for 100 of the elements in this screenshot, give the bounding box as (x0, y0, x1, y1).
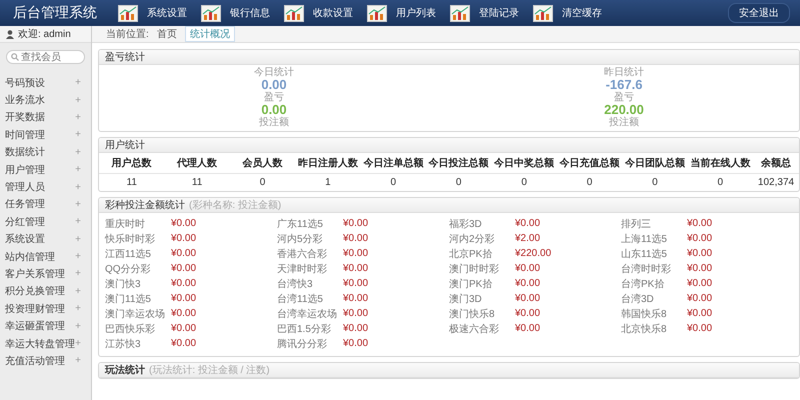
breadcrumb-tab[interactable]: 首页 (152, 26, 182, 42)
expander: + (75, 234, 81, 245)
sidebar-item[interactable]: 充值活动管理 + (0, 352, 91, 370)
expander: + (75, 320, 81, 332)
expander: + (75, 286, 81, 297)
user-icon (6, 30, 14, 38)
lottery-amount: ¥0.00 (343, 278, 368, 289)
expander: + (75, 355, 81, 366)
lottery-name: 北京PK拾 (449, 248, 494, 260)
lottery-name: 澳门11选5 (105, 292, 152, 306)
panel-title: 玩法统计 (105, 364, 145, 377)
lottery-amount: ¥0.00 (171, 338, 196, 349)
lottery-name: 腾讯分分彩 (277, 338, 328, 350)
lottery-name: 台湾幸运农场 (277, 308, 338, 320)
sidebar-item[interactable]: 数据统计 + (0, 144, 91, 161)
sidebar-item[interactable]: 业务流水 + (0, 91, 91, 109)
panel-title: 用户统计 (105, 138, 145, 152)
column-header: 今日充值总额 (556, 153, 622, 174)
lottery-name: 澳门3D (449, 292, 483, 306)
lottery-name: 上海11选5 (621, 232, 668, 246)
welcome-text: 欢迎: admin (18, 28, 71, 41)
lottery-amount: ¥0.00 (343, 248, 368, 259)
sidebar-label: 站内信管理 (5, 250, 55, 264)
table-cell-text: 0 (258, 176, 266, 190)
lottery-amount: ¥0.00 (515, 218, 540, 229)
expander: + (75, 303, 81, 314)
lottery-name: 台湾3D (621, 292, 655, 306)
sidebar-label: 开奖数据 (5, 111, 45, 124)
lottery-name: 巴西1.5分彩 (277, 322, 332, 336)
lottery-amount: ¥0.00 (687, 233, 712, 244)
column-header: 今日注单总额 (360, 153, 426, 174)
column-header: 今日投注总额 (426, 153, 492, 174)
sidebar-label: 幸运大转盘管理 (5, 338, 75, 351)
breadcrumb-tab[interactable]: 统计概况 (184, 26, 235, 42)
app-title: 后台管理系统 (12, 4, 98, 22)
lottery-name: 澳门幸运农场 (105, 308, 166, 320)
lottery-name: 澳门快3 (105, 278, 142, 290)
sidebar-label: 用户管理 (5, 164, 45, 177)
sidebar-item[interactable]: 客户关系管理 + (0, 265, 91, 283)
lottery-amount: ¥2.00 (515, 233, 540, 244)
nav-link[interactable]: 系统设置 (118, 4, 187, 22)
lottery-amount: ¥0.00 (515, 308, 540, 319)
sidebar-item[interactable]: 用户管理 + (0, 160, 91, 178)
sidebar-item[interactable]: 管理人员 + (0, 178, 91, 196)
lottery-name: 澳门快乐8 (449, 308, 496, 320)
sidebar-item[interactable]: 投资理财管理 + (0, 300, 91, 318)
lottery-name: 澳门PK拾 (449, 278, 494, 290)
lottery-name: 极速六合彩 (449, 322, 500, 336)
sidebar-item[interactable]: 开奖数据 + (0, 108, 91, 126)
panel-title: 彩种投注金额统计 (105, 198, 185, 212)
table-cell-text: 11 (126, 176, 138, 190)
lottery-name: 广东11选5 (277, 218, 324, 230)
sidebar-item[interactable]: 系统设置 + (0, 230, 91, 248)
nav-link[interactable]: 登陆记录 (450, 4, 519, 22)
nav-link[interactable]: 收款设置 (284, 4, 353, 22)
breadcrumb-label: 当前位置: (106, 28, 149, 41)
table-cell-text: 0 (651, 176, 659, 190)
sidebar-item[interactable]: 任务管理 + (0, 196, 91, 214)
sidebar-label: 业务流水 (5, 94, 45, 108)
lottery-amount: ¥0.00 (515, 263, 540, 274)
lottery-amount: ¥0.00 (687, 248, 712, 259)
sidebar-label: 积分兑换管理 (5, 284, 65, 298)
lottery-amount: ¥0.00 (343, 308, 368, 319)
expander: + (75, 198, 81, 210)
stat-heading: 今日统计 (254, 67, 294, 78)
nav-link[interactable]: 清空缓存 (533, 4, 602, 22)
lottery-amount: ¥0.00 (343, 323, 368, 334)
lottery-amount: ¥0.00 (171, 263, 196, 274)
lottery-name: 河内5分彩 (277, 232, 324, 246)
lottery-amount: ¥220.00 (515, 248, 552, 259)
nav-link[interactable]: 银行信息 (201, 4, 270, 22)
column-header: 用户总数 (99, 153, 164, 174)
lottery-amount: ¥0.00 (171, 233, 196, 244)
lottery-amount: ¥0.00 (171, 308, 196, 319)
chart-icon (284, 4, 304, 22)
lottery-amount: ¥0.00 (171, 248, 196, 259)
lottery-amount: ¥0.00 (687, 308, 712, 319)
sidebar-item[interactable]: 分红管理 + (0, 213, 91, 231)
sidebar-label: 充值活动管理 (5, 354, 65, 368)
lottery-name: 天津时时彩 (277, 262, 328, 276)
profit-value: 0.00 (261, 78, 287, 92)
panel-subtitle: (玩法统计: 投注金额 / 注数) (149, 364, 270, 377)
sidebar-item[interactable]: 号码预设 + (0, 74, 91, 92)
logout-button[interactable]: 安全退出 (728, 3, 790, 23)
sidebar-item[interactable]: 幸运大转盘管理+ (0, 334, 91, 352)
nav-link[interactable]: 用户列表 (367, 4, 436, 22)
sidebar-item[interactable]: 时间管理 + (0, 126, 91, 144)
expander: + (75, 129, 81, 140)
lottery-amount: ¥0.00 (687, 263, 712, 274)
table-cell-text: 1 (324, 176, 332, 190)
sidebar-item[interactable]: 积分兑换管理 + (0, 282, 91, 300)
lottery-name: 北京快乐8 (621, 322, 668, 336)
column-header: 今日中奖总额 (491, 153, 557, 174)
lottery-name: 香港六合彩 (277, 248, 328, 260)
sidebar-item[interactable]: 站内信管理 + (0, 248, 91, 266)
search-icon (11, 53, 19, 61)
sidebar-item[interactable]: 幸运砸蛋管理 + (0, 317, 91, 335)
search-field[interactable]: 查找会员 (6, 50, 85, 64)
expander: + (75, 164, 81, 176)
expander: + (75, 338, 81, 350)
